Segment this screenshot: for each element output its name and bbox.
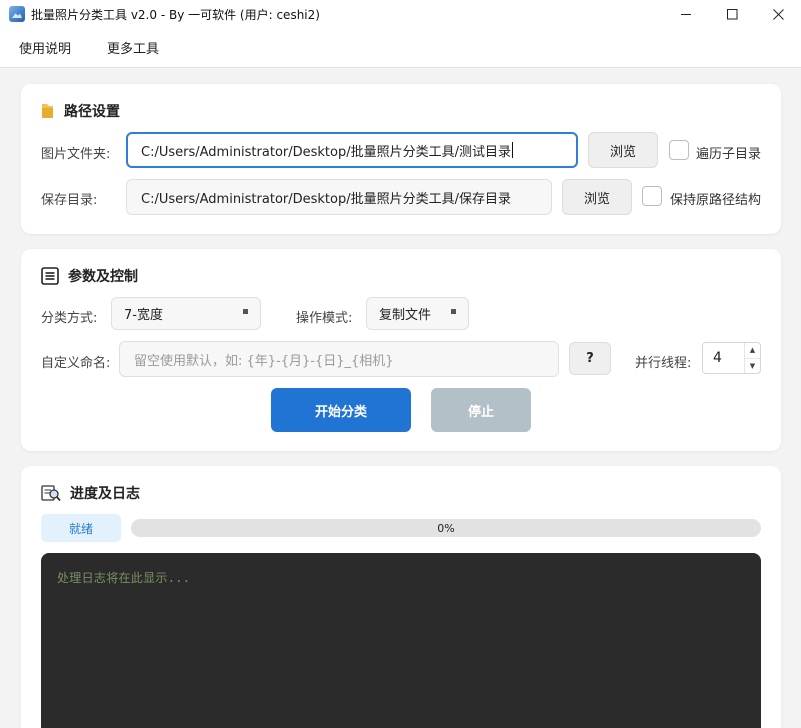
- log-area[interactable]: 处理日志将在此显示...: [41, 553, 761, 728]
- maximize-button[interactable]: [709, 0, 755, 28]
- image-folder-label: 图片文件夹:: [41, 147, 111, 162]
- status-badge: 就绪: [41, 514, 121, 542]
- menu-bar: 使用说明 更多工具: [0, 28, 801, 68]
- stop-button[interactable]: 停止: [431, 388, 531, 432]
- save-dir-input[interactable]: C:/Users/Administrator/Desktop/批量照片分类工具/…: [126, 179, 552, 215]
- window-title: 批量照片分类工具 v2.0 - By 一可软件 (用户: ceshi2): [31, 7, 320, 22]
- log-magnifier-icon: [41, 484, 61, 502]
- close-button[interactable]: [755, 0, 801, 28]
- spin-down-icon[interactable]: ▼: [745, 357, 760, 374]
- dropdown-arrow-icon: [243, 309, 248, 314]
- folder-icon: [41, 103, 55, 119]
- naming-label: 自定义命名:: [41, 356, 111, 371]
- browse-image-folder-button[interactable]: 浏览: [588, 132, 658, 168]
- spin-up-icon[interactable]: ▲: [745, 343, 760, 358]
- classify-label: 分类方式:: [41, 311, 98, 326]
- traverse-subdirs-label: 遍历子目录: [696, 147, 762, 162]
- text-caret: [512, 142, 513, 158]
- minimize-button[interactable]: [663, 0, 709, 28]
- naming-input[interactable]: 留空使用默认，如: {年}-{月}-{日}_{相机}: [119, 341, 559, 377]
- window-controls: [663, 0, 801, 28]
- params-title: 参数及控制: [41, 266, 138, 286]
- mode-label: 操作模式:: [296, 311, 353, 326]
- naming-help-button[interactable]: ?: [569, 342, 611, 375]
- menu-item-help[interactable]: 使用说明: [19, 38, 71, 57]
- path-settings-card: 路径设置 图片文件夹: C:/Users/Administrator/Deskt…: [21, 84, 781, 234]
- dropdown-arrow-icon: [451, 309, 456, 314]
- save-dir-label: 保存目录:: [41, 193, 98, 208]
- threads-spinbox[interactable]: 4 ▲ ▼: [702, 342, 761, 374]
- maximize-icon: [726, 8, 737, 19]
- mode-select[interactable]: 复制文件: [366, 297, 469, 330]
- progress-card: 进度及日志 就绪 0% 处理日志将在此显示...: [21, 466, 781, 728]
- title-bar: 批量照片分类工具 v2.0 - By 一可软件 (用户: ceshi2): [0, 0, 801, 28]
- progress-percent: 0%: [437, 521, 455, 535]
- browse-save-dir-button[interactable]: 浏览: [562, 179, 632, 215]
- path-settings-title: 路径设置: [41, 101, 120, 121]
- menu-item-more-tools[interactable]: 更多工具: [107, 38, 159, 57]
- progress-bar: 0%: [131, 519, 761, 537]
- list-icon: [41, 267, 59, 285]
- keep-structure-checkbox[interactable]: [642, 186, 662, 206]
- keep-structure-label: 保持原路径结构: [670, 193, 762, 208]
- image-folder-input[interactable]: C:/Users/Administrator/Desktop/批量照片分类工具/…: [126, 132, 578, 168]
- classify-select[interactable]: 7-宽度: [111, 297, 261, 330]
- app-photo-icon: [9, 6, 25, 22]
- log-placeholder: 处理日志将在此显示...: [57, 571, 191, 585]
- traverse-subdirs-checkbox[interactable]: [669, 140, 689, 160]
- minimize-icon: [680, 13, 691, 15]
- params-card: 参数及控制 分类方式: 7-宽度 操作模式: 复制文件 自定义命名: 留空使用默…: [21, 249, 781, 451]
- progress-title: 进度及日志: [41, 483, 140, 503]
- start-button[interactable]: 开始分类: [271, 388, 411, 432]
- close-icon: [772, 8, 784, 20]
- threads-label: 并行线程:: [635, 356, 692, 371]
